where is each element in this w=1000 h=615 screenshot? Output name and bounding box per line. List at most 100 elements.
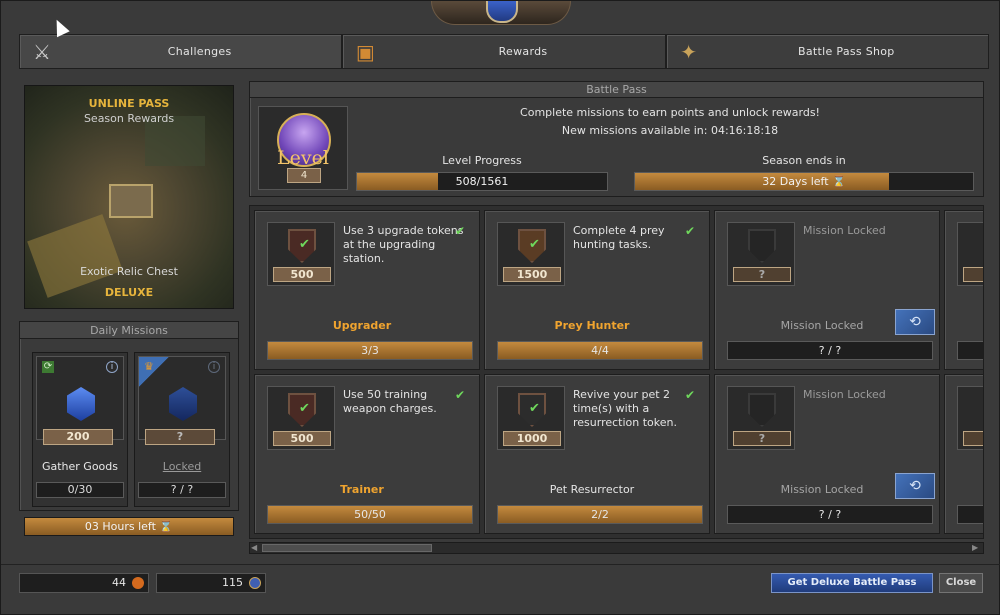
- level-word: Level: [277, 147, 329, 169]
- reroll-mission-button[interactable]: ⟲: [895, 309, 935, 335]
- currency-tokens-value: 115: [222, 576, 243, 589]
- crest-shield-icon: [486, 1, 518, 23]
- get-deluxe-battle-pass-button[interactable]: Get Deluxe Battle Pass: [771, 573, 933, 593]
- mission-progress: 2/2: [497, 505, 703, 524]
- season-days-left: 32 Days left: [762, 175, 829, 188]
- daily-missions-panel: Daily Missions ⟳ i 200 Gather Goods 0/30…: [19, 321, 239, 511]
- mission-name: Pet Resurrector: [549, 483, 635, 496]
- tab-battle-pass-shop[interactable]: ✦ Battle Pass Shop: [665, 34, 989, 69]
- mission-name: Trainer: [340, 483, 384, 496]
- scroll-left-icon[interactable]: ◀: [251, 543, 261, 553]
- mission-card-upgrader[interactable]: ✔ 500 Use 3 upgrade tokens at the upgrad…: [254, 210, 480, 370]
- mission-icon-frame: [957, 222, 983, 286]
- crossed-swords-icon: ⚔: [33, 39, 51, 64]
- scroll-right-icon[interactable]: ▶: [972, 543, 982, 553]
- scrollbar-thumb[interactable]: [262, 544, 432, 552]
- mission-progress: [957, 341, 983, 360]
- daily-timer-text: 03 Hours left: [84, 520, 156, 533]
- mission-points: ?: [733, 267, 791, 282]
- completed-check-icon: ✔: [685, 388, 696, 402]
- mission-progress: ? / ?: [727, 505, 933, 524]
- battle-pass-title: Battle Pass: [250, 82, 983, 98]
- mission-points: 1500: [503, 267, 561, 282]
- currency-tokens: 115: [156, 573, 266, 593]
- mission-progress: [957, 505, 983, 524]
- mission-progress: 4/4: [497, 341, 703, 360]
- close-button[interactable]: Close: [939, 573, 983, 593]
- mission-description: Mission Locked: [803, 388, 886, 401]
- points-ribbon: ?: [145, 429, 215, 445]
- mission-description: Revive your pet 2 time(s) with a resurre…: [573, 388, 678, 429]
- tab-rewards[interactable]: ▣ Rewards: [342, 34, 666, 69]
- mission-icon-frame: ✔ 500: [267, 386, 335, 450]
- relic-chest-icon: [109, 184, 153, 218]
- refresh-icon[interactable]: ⟳: [42, 361, 54, 373]
- reroll-mission-button[interactable]: ⟲: [895, 473, 935, 499]
- mission-card-trainer[interactable]: ✔ 500 Use 50 training weapon charges. ✔ …: [254, 374, 480, 534]
- mission-icon-frame: ✔ 500: [267, 222, 335, 286]
- level-progress-text: 508/1561: [455, 175, 509, 188]
- mission-progress: 3/3: [267, 341, 473, 360]
- mission-icon-frame: ⟳ i: [36, 356, 124, 440]
- check-icon: ✔: [299, 401, 310, 416]
- daily-mission-progress: ? / ?: [138, 482, 226, 498]
- tab-label: Rewards: [498, 45, 548, 58]
- level-progress-label: Level Progress: [442, 154, 522, 167]
- mission-card-locked[interactable]: ? Mission Locked Mission Locked ⟲ ? / ?: [714, 374, 940, 534]
- mission-icon-frame: ?: [727, 386, 795, 450]
- new-missions-timer: New missions available in: 04:16:18:18: [561, 124, 779, 137]
- battle-pass-message: Complete missions to earn points and unl…: [520, 106, 820, 119]
- info-icon[interactable]: i: [208, 361, 220, 373]
- blue-gem-icon: [67, 387, 95, 421]
- daily-missions-title: Daily Missions: [20, 322, 238, 339]
- completed-check-icon: ✔: [455, 224, 466, 238]
- mission-card-locked[interactable]: ? Mission Locked Mission Locked ⟲ ? / ?: [714, 210, 940, 370]
- mission-name: Mission Locked: [780, 483, 864, 496]
- season-ends-label: Season ends in: [762, 154, 846, 167]
- blue-gem-icon: [169, 387, 197, 421]
- reward-tier: DELUXE: [104, 286, 154, 299]
- currency-points: 44: [19, 573, 149, 593]
- mission-progress: 50/50: [267, 505, 473, 524]
- daily-mission-card-locked[interactable]: ♛ i ? Locked ? / ?: [134, 352, 230, 507]
- season-progress-bar: 32 Days left ⌛: [634, 172, 974, 191]
- daily-mission-card[interactable]: ⟳ i 200 Gather Goods 0/30: [32, 352, 128, 507]
- points-ribbon: 200: [43, 429, 113, 445]
- pass-subtitle: Season Rewards: [83, 112, 175, 125]
- mission-icon-frame: [957, 386, 983, 450]
- reward-caption: Exotic Relic Chest: [80, 265, 178, 278]
- pass-title: UNLINE PASS: [88, 97, 170, 110]
- locked-shield-icon: [748, 229, 776, 263]
- season-reward-preview[interactable]: UNLINE PASS Season Rewards Exotic Relic …: [24, 85, 234, 309]
- mission-card-prey-hunter[interactable]: ✔ 1500 Complete 4 prey hunting tasks. ✔ …: [484, 210, 710, 370]
- window-crest: [431, 1, 571, 25]
- completed-check-icon: ✔: [455, 388, 466, 402]
- season-progress-text: 32 Days left ⌛: [635, 173, 973, 190]
- battle-pass-window: ⚔ Challenges ▣ Rewards ✦ Battle Pass Sho…: [0, 0, 1000, 615]
- mission-name: Prey Hunter: [554, 319, 630, 332]
- battle-pass-panel: Battle Pass Level 4 Complete missions to…: [249, 81, 984, 197]
- tab-challenges[interactable]: ⚔ Challenges: [19, 34, 343, 69]
- mission-icon-frame: ✔ 1500: [497, 222, 565, 286]
- missions-horizontal-scrollbar[interactable]: ◀ ▶: [249, 542, 984, 554]
- daily-timer-bar: 03 Hours left ⌛: [24, 517, 234, 536]
- info-icon[interactable]: i: [106, 361, 118, 373]
- mission-description: Mission Locked: [803, 224, 886, 237]
- daily-mission-label: Gather Goods: [41, 460, 119, 473]
- check-icon: ✔: [529, 237, 540, 252]
- mission-card-partial[interactable]: [944, 210, 983, 370]
- mission-card-partial[interactable]: [944, 374, 983, 534]
- hourglass-icon: ⌛: [832, 175, 846, 188]
- missions-grid[interactable]: ✔ 500 Use 3 upgrade tokens at the upgrad…: [249, 205, 984, 539]
- treasure-chest-icon: ▣: [355, 39, 375, 64]
- mission-name: Mission Locked: [780, 319, 864, 332]
- mission-points: [963, 431, 983, 446]
- check-icon: ✔: [299, 237, 310, 252]
- tab-bar: ⚔ Challenges ▣ Rewards ✦ Battle Pass Sho…: [19, 34, 989, 69]
- mission-progress: ? / ?: [727, 341, 933, 360]
- currency-points-value: 44: [112, 576, 126, 589]
- level-progress-bar: 508/1561: [356, 172, 608, 191]
- points-coin-icon: [132, 577, 144, 589]
- mission-card-pet-resurrector[interactable]: ✔ 1000 Revive your pet 2 time(s) with a …: [484, 374, 710, 534]
- shop-items-icon: ✦: [680, 39, 698, 64]
